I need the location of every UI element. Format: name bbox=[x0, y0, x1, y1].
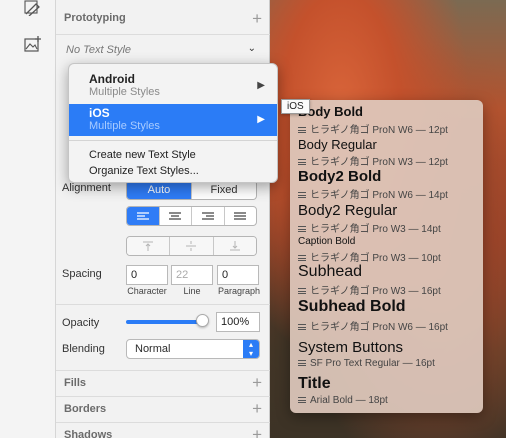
paragraph-caption: Paragraph bbox=[217, 286, 261, 296]
align-bottom-icon[interactable] bbox=[213, 237, 256, 255]
align-right-icon[interactable] bbox=[192, 207, 225, 225]
chevron-down-icon: ⌄ bbox=[247, 43, 256, 54]
borders-section-header[interactable]: Borders + bbox=[56, 396, 270, 420]
prototyping-section-header[interactable]: Prototyping + bbox=[56, 6, 270, 30]
text-lines-icon bbox=[298, 324, 306, 330]
submenu-arrow-icon: ▶ bbox=[257, 114, 265, 125]
text-style-value: No Text Style bbox=[66, 44, 132, 56]
shadows-section-header[interactable]: Shadows + bbox=[56, 422, 270, 438]
text-style-desc: ヒラギノ角ゴ ProN W3 — 12pt bbox=[298, 153, 448, 168]
opacity-field[interactable]: 100% bbox=[216, 312, 260, 332]
text-align-control[interactable] bbox=[126, 206, 257, 226]
text-style-desc: ヒラギノ角ゴ Pro W3 — 16pt bbox=[298, 282, 441, 297]
text-style-desc: SF Pro Text Regular — 16pt bbox=[298, 358, 435, 369]
text-lines-icon bbox=[298, 255, 306, 261]
text-style-desc: ヒラギノ角ゴ ProN W6 — 14pt bbox=[298, 186, 448, 201]
align-middle-icon[interactable] bbox=[170, 237, 214, 255]
blending-value: Normal bbox=[135, 343, 171, 355]
text-lines-icon bbox=[298, 159, 306, 165]
text-style-desc: ヒラギノ角ゴ ProN W6 — 12pt bbox=[298, 121, 448, 136]
text-lines-icon bbox=[298, 288, 306, 294]
menu-item-android[interactable]: Android Multiple Styles ▶ bbox=[69, 70, 277, 104]
stepper-icon: ▴ ▾ bbox=[243, 340, 259, 358]
android-sub: Multiple Styles bbox=[89, 86, 160, 98]
text-lines-icon bbox=[298, 127, 306, 133]
line-spacing-field[interactable]: 22 bbox=[171, 265, 213, 285]
text-style-desc: ヒラギノ角ゴ Pro W3 — 14pt bbox=[298, 220, 441, 235]
ios-text-styles-submenu: Body Bold ヒラギノ角ゴ ProN W6 — 12pt Body Reg… bbox=[290, 100, 483, 413]
ios-title: iOS bbox=[89, 106, 110, 120]
menu-separator bbox=[69, 140, 277, 141]
alignment-mode-control[interactable]: Auto Fixed bbox=[126, 180, 257, 200]
opacity-slider[interactable] bbox=[126, 320, 204, 324]
align-justify-icon[interactable] bbox=[225, 207, 257, 225]
vertical-align-control[interactable] bbox=[126, 236, 257, 256]
text-lines-icon bbox=[298, 397, 306, 403]
text-style-name[interactable]: System Buttons bbox=[298, 339, 403, 356]
prototyping-label: Prototyping bbox=[64, 12, 126, 24]
text-style-name[interactable]: Subhead Bold bbox=[298, 298, 406, 316]
android-title: Android bbox=[89, 72, 135, 86]
paragraph-spacing-field[interactable]: 0 bbox=[217, 265, 259, 285]
organize-text-styles-item[interactable]: Organize Text Styles... bbox=[89, 165, 199, 177]
pen-icon[interactable] bbox=[21, 0, 45, 20]
text-style-menu: Android Multiple Styles ▶ iOS Multiple S… bbox=[68, 63, 278, 183]
text-lines-icon bbox=[298, 226, 306, 232]
blending-label: Blending bbox=[62, 343, 105, 355]
text-style-name[interactable]: Body2 Bold bbox=[298, 168, 381, 185]
text-style-select[interactable]: No Text Style ⌄ bbox=[66, 43, 262, 62]
character-spacing-field[interactable]: 0 bbox=[126, 265, 168, 285]
text-style-desc: Arial Bold — 18pt bbox=[298, 395, 388, 406]
add-prototyping-icon[interactable]: + bbox=[252, 10, 262, 27]
text-style-name[interactable]: Caption Bold bbox=[298, 236, 355, 247]
borders-label: Borders bbox=[64, 402, 107, 415]
tool-rail bbox=[0, 0, 56, 438]
text-style-desc: ヒラギノ角ゴ Pro W3 — 10pt bbox=[298, 249, 441, 264]
fills-section-header[interactable]: Fills + bbox=[56, 370, 270, 394]
add-image-icon[interactable] bbox=[21, 32, 45, 56]
text-style-name[interactable]: Title bbox=[298, 375, 331, 393]
align-center-icon[interactable] bbox=[160, 207, 192, 225]
text-style-name[interactable]: Body Regular bbox=[298, 137, 377, 152]
submenu-arrow-icon: ▶ bbox=[257, 80, 265, 91]
text-style-desc: ヒラギノ角ゴ ProN W6 — 16pt bbox=[298, 318, 448, 333]
line-caption: Line bbox=[183, 286, 201, 296]
menu-item-ios[interactable]: iOS Multiple Styles ▶ bbox=[69, 104, 277, 136]
character-caption: Character bbox=[127, 286, 167, 296]
add-border-icon[interactable]: + bbox=[252, 400, 262, 417]
add-shadow-icon[interactable]: + bbox=[252, 426, 262, 438]
opacity-slider-knob[interactable] bbox=[196, 314, 209, 327]
align-left-icon[interactable] bbox=[127, 207, 160, 225]
blending-select[interactable]: Normal ▴ ▾ bbox=[126, 339, 260, 359]
text-lines-icon bbox=[298, 192, 306, 198]
align-top-icon[interactable] bbox=[127, 237, 171, 255]
fills-label: Fills bbox=[64, 376, 87, 389]
text-lines-icon bbox=[298, 360, 306, 366]
alignment-fixed-button[interactable]: Fixed bbox=[192, 181, 256, 199]
spacing-label: Spacing bbox=[62, 268, 102, 280]
ios-sub: Multiple Styles bbox=[89, 120, 160, 132]
shadows-label: Shadows bbox=[64, 428, 113, 438]
opacity-label: Opacity bbox=[62, 317, 100, 329]
text-style-name[interactable]: Subhead bbox=[298, 263, 362, 281]
alignment-auto-button[interactable]: Auto bbox=[127, 181, 192, 199]
alignment-label: Alignment bbox=[62, 182, 111, 194]
add-fill-icon[interactable]: + bbox=[252, 374, 262, 391]
create-text-style-item[interactable]: Create new Text Style bbox=[89, 149, 196, 161]
text-style-name[interactable]: Body2 Regular bbox=[298, 202, 397, 219]
ios-tooltip: iOS bbox=[281, 99, 310, 114]
